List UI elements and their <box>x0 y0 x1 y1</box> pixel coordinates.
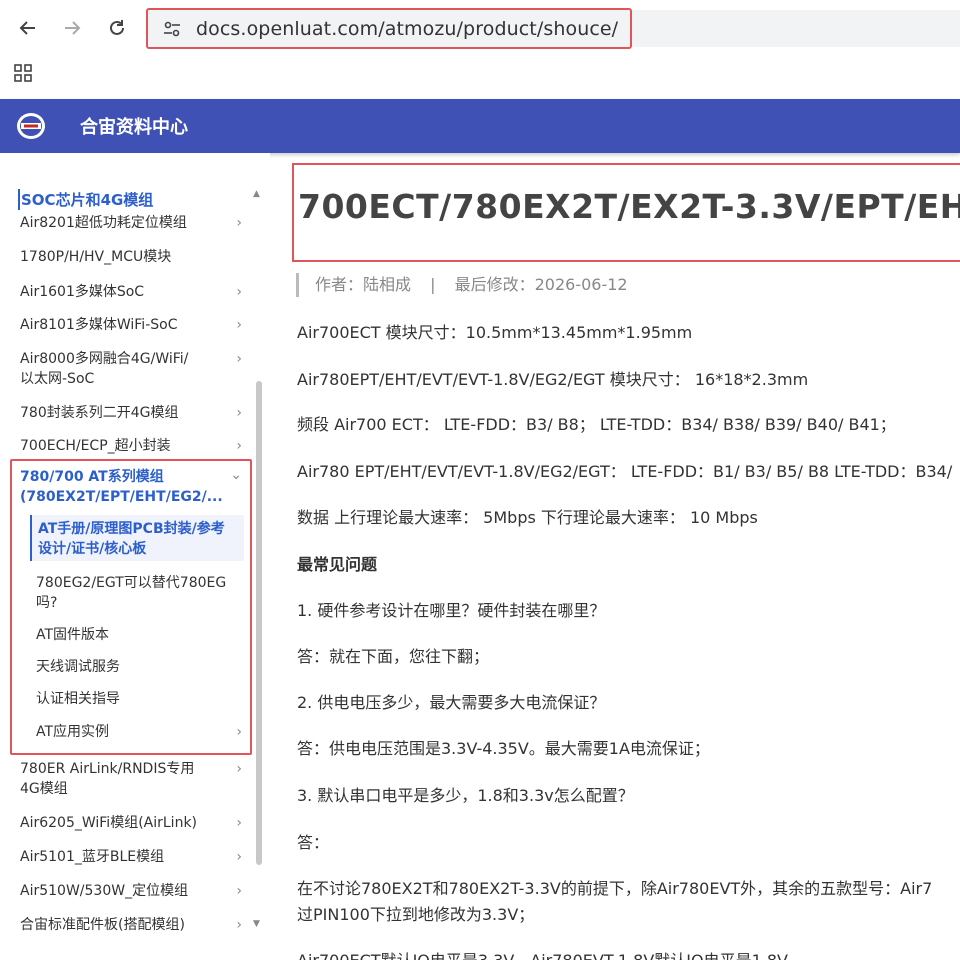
section-heading: 最常见问题 <box>297 555 378 574</box>
sidebar-sub-780eg2[interactable]: 780EG2/EGT可以替代780EG 吗? <box>36 573 242 613</box>
paragraph: 3. 默认串口电平是多少，1.8和3.3v怎么配置？ <box>297 786 634 805</box>
sidebar-item-780er[interactable]: 780ER AirLink/RNDIS专用 4G模组 › <box>20 759 242 799</box>
site-settings-icon[interactable] <box>162 19 182 39</box>
paragraph: Air780 EPT/EHT/EVT/EVT-1.8V/EG2/EGT： LTE… <box>297 462 953 481</box>
sidebar-item-air5101[interactable]: Air5101_蓝牙BLE模组 › <box>20 847 242 867</box>
paragraph: 数据 上行理论最大速率： 5Mbps 下行理论最大速率： 10 Mbps <box>297 508 758 527</box>
sidebar-sub-antenna[interactable]: 天线调试服务 <box>36 657 242 677</box>
sidebar-nav: SOC芯片和4G模组 ▲ Air8201超低功耗定位模组 › 1780P/H/H… <box>0 153 270 960</box>
sidebar-sub-at-examples[interactable]: AT应用实例 › <box>36 722 242 742</box>
sidebar-item-label: 700ECH/ECP_超小封装 <box>20 438 171 454</box>
chevron-right-icon: › <box>236 724 242 740</box>
sidebar-item-780-package[interactable]: 780封装系列二开4G模组 › <box>20 403 242 423</box>
back-icon[interactable] <box>14 14 42 42</box>
chevron-right-icon: › <box>236 284 242 300</box>
sidebar-item-label: 780ER AirLink/RNDIS专用 <box>20 761 195 777</box>
scroll-down-icon[interactable]: ▼ <box>253 919 260 929</box>
address-bar-extension[interactable] <box>632 10 960 47</box>
sidebar-item-label: Air510W/530W_定位模组 <box>20 883 189 899</box>
sidebar-item-label: Air1601多媒体SoC <box>20 284 145 300</box>
chevron-right-icon: › <box>236 917 242 931</box>
paragraph: 在不讨论780EX2T和780EX2T-3.3V的前提下，除Air780EVT外… <box>297 879 933 898</box>
current-label-line: 设计/证书/核心板 <box>38 541 147 557</box>
paragraph: 2. 供电电压多少，最大需要多大电流保证？ <box>297 693 606 712</box>
sidebar-item-label: Air5101_蓝牙BLE模组 <box>20 849 165 865</box>
sidebar-item-label: Air8000多网融合4G/WiFi/ <box>20 351 189 367</box>
sidebar-sub-label: 天线调试服务 <box>36 659 120 675</box>
paragraph: Air780EPT/EHT/EVT/EVT-1.8V/EG2/EGT 模块尺寸：… <box>297 370 809 389</box>
article-meta: 作者：陆相成 | 最后修改：2026-06-12 <box>296 273 628 297</box>
chevron-right-icon: › <box>236 215 242 231</box>
sidebar-item-label: 1780P/H/HV_MCU模块 <box>20 249 172 265</box>
author: 作者：陆相成 <box>315 275 412 294</box>
chevron-right-icon: › <box>236 438 242 454</box>
sidebar-section-title[interactable]: SOC芯片和4G模组 <box>18 189 153 210</box>
chevron-right-icon: › <box>236 317 242 333</box>
site-header: 合宙资料中心 <box>0 99 960 153</box>
sidebar-item-air1601[interactable]: Air1601多媒体SoC › <box>20 282 242 302</box>
chevron-right-icon: › <box>236 883 242 899</box>
meta-separator: | <box>430 275 436 294</box>
sidebar-sub-certification[interactable]: 认证相关指导 <box>36 689 242 709</box>
paragraph: 答： <box>297 833 330 852</box>
browser-toolbar: docs.openluat.com/atmozu/product/shouce/ <box>0 0 960 82</box>
sidebar-item-label: Air6205_WiFi模组(AirLink) <box>20 815 198 831</box>
sidebar-item-1780p[interactable]: 1780P/H/HV_MCU模块 <box>20 247 242 267</box>
sidebar-item-label: Air8201超低功耗定位模组 <box>20 215 187 231</box>
site-title[interactable]: 合宙资料中心 <box>80 113 188 139</box>
chevron-right-icon: › <box>236 351 242 367</box>
chevron-down-icon: ⌄ <box>230 467 242 483</box>
paragraph: 答：就在下面，您往下翻； <box>297 647 490 666</box>
paragraph: Air700ECT 模块尺寸：10.5mm*13.45mm*1.95mm <box>297 323 693 342</box>
sidebar-item-label: 以太网-SoC <box>20 371 95 387</box>
sidebar-sub-label: 780EG2/EGT可以替代780EG <box>36 575 227 591</box>
sidebar-group-780-700-at[interactable]: 780/700 AT系列模组 (780EX2T/EPT/EHT/EG2/... … <box>20 467 242 507</box>
paragraph: 过PIN100下拉到地修改为3.3V； <box>297 905 535 924</box>
sidebar-item-label: 合宙标准配件板(搭配模组) <box>20 917 185 931</box>
sidebar-item-700ech[interactable]: 700ECH/ECP_超小封装 › <box>20 436 242 456</box>
sidebar-item-air8000[interactable]: Air8000多网融合4G/WiFi/ 以太网-SoC › <box>20 349 242 389</box>
current-label-line: AT手册/原理图PCB封装/参考 <box>38 521 225 537</box>
page-title: 700ECT/780EX2T/EX2T-3.3V/EPT/EHT/EVT <box>298 187 960 226</box>
sidebar-item-air6205[interactable]: Air6205_WiFi模组(AirLink) › <box>20 813 242 833</box>
sidebar-sub-label: 认证相关指导 <box>36 691 120 707</box>
sidebar-item-air510w[interactable]: Air510W/530W_定位模组 › <box>20 881 242 901</box>
paragraph: Air700ECT默认IO电平是3.3V，Air780EVT-1.8V默认IO电… <box>297 949 788 960</box>
paragraph: 1. 硬件参考设计在哪里？硬件封装在哪里？ <box>297 601 606 620</box>
reload-icon[interactable] <box>103 14 131 42</box>
sidebar-item-label: Air8101多媒体WiFi-SoC <box>20 317 178 333</box>
sidebar-group-label: (780EX2T/EPT/EHT/EG2/... <box>20 489 223 505</box>
forward-icon[interactable] <box>58 14 86 42</box>
apps-grid-icon[interactable] <box>14 64 34 84</box>
chevron-right-icon: › <box>236 815 242 831</box>
sidebar-item-accessory-board[interactable]: 合宙标准配件板(搭配模组) › <box>20 915 242 931</box>
luat-logo-icon[interactable] <box>16 112 46 140</box>
article-content: 700ECT/780EX2T/EX2T-3.3V/EPT/EHT/EVT 作者：… <box>270 153 960 960</box>
sidebar-current-label[interactable]: AT手册/原理图PCB封装/参考 设计/证书/核心板 <box>38 519 244 559</box>
sidebar-sub-label: 吗? <box>36 595 58 611</box>
sidebar-sub-label: AT应用实例 <box>36 724 110 740</box>
paragraph: 答：供电电压范围是3.3V-4.35V。最大需要1A电流保证； <box>297 739 710 758</box>
address-bar[interactable]: docs.openluat.com/atmozu/product/shouce/ <box>146 8 632 49</box>
sidebar-item-air8201[interactable]: Air8201超低功耗定位模组 › <box>20 213 242 233</box>
sidebar-sub-label: AT固件版本 <box>36 627 110 643</box>
sidebar-scrollbar[interactable] <box>256 381 262 865</box>
chevron-right-icon: › <box>236 761 242 777</box>
sidebar-item-label: 4G模组 <box>20 781 68 797</box>
sidebar-item-air8101[interactable]: Air8101多媒体WiFi-SoC › <box>20 315 242 335</box>
paragraph: 频段 Air700 ECT： LTE-FDD：B3/ B8； LTE-TDD：B… <box>297 415 896 434</box>
scroll-up-icon[interactable]: ▲ <box>253 189 260 199</box>
chevron-right-icon: › <box>236 405 242 421</box>
last-modified: 最后修改：2026-06-12 <box>454 275 628 294</box>
chevron-right-icon: › <box>236 849 242 865</box>
url-text[interactable]: docs.openluat.com/atmozu/product/shouce/ <box>196 18 618 40</box>
sidebar-group-label: 780/700 AT系列模组 <box>20 469 164 485</box>
sidebar-sub-at-firmware[interactable]: AT固件版本 <box>36 625 242 645</box>
sidebar-item-label: 780封装系列二开4G模组 <box>20 405 179 421</box>
